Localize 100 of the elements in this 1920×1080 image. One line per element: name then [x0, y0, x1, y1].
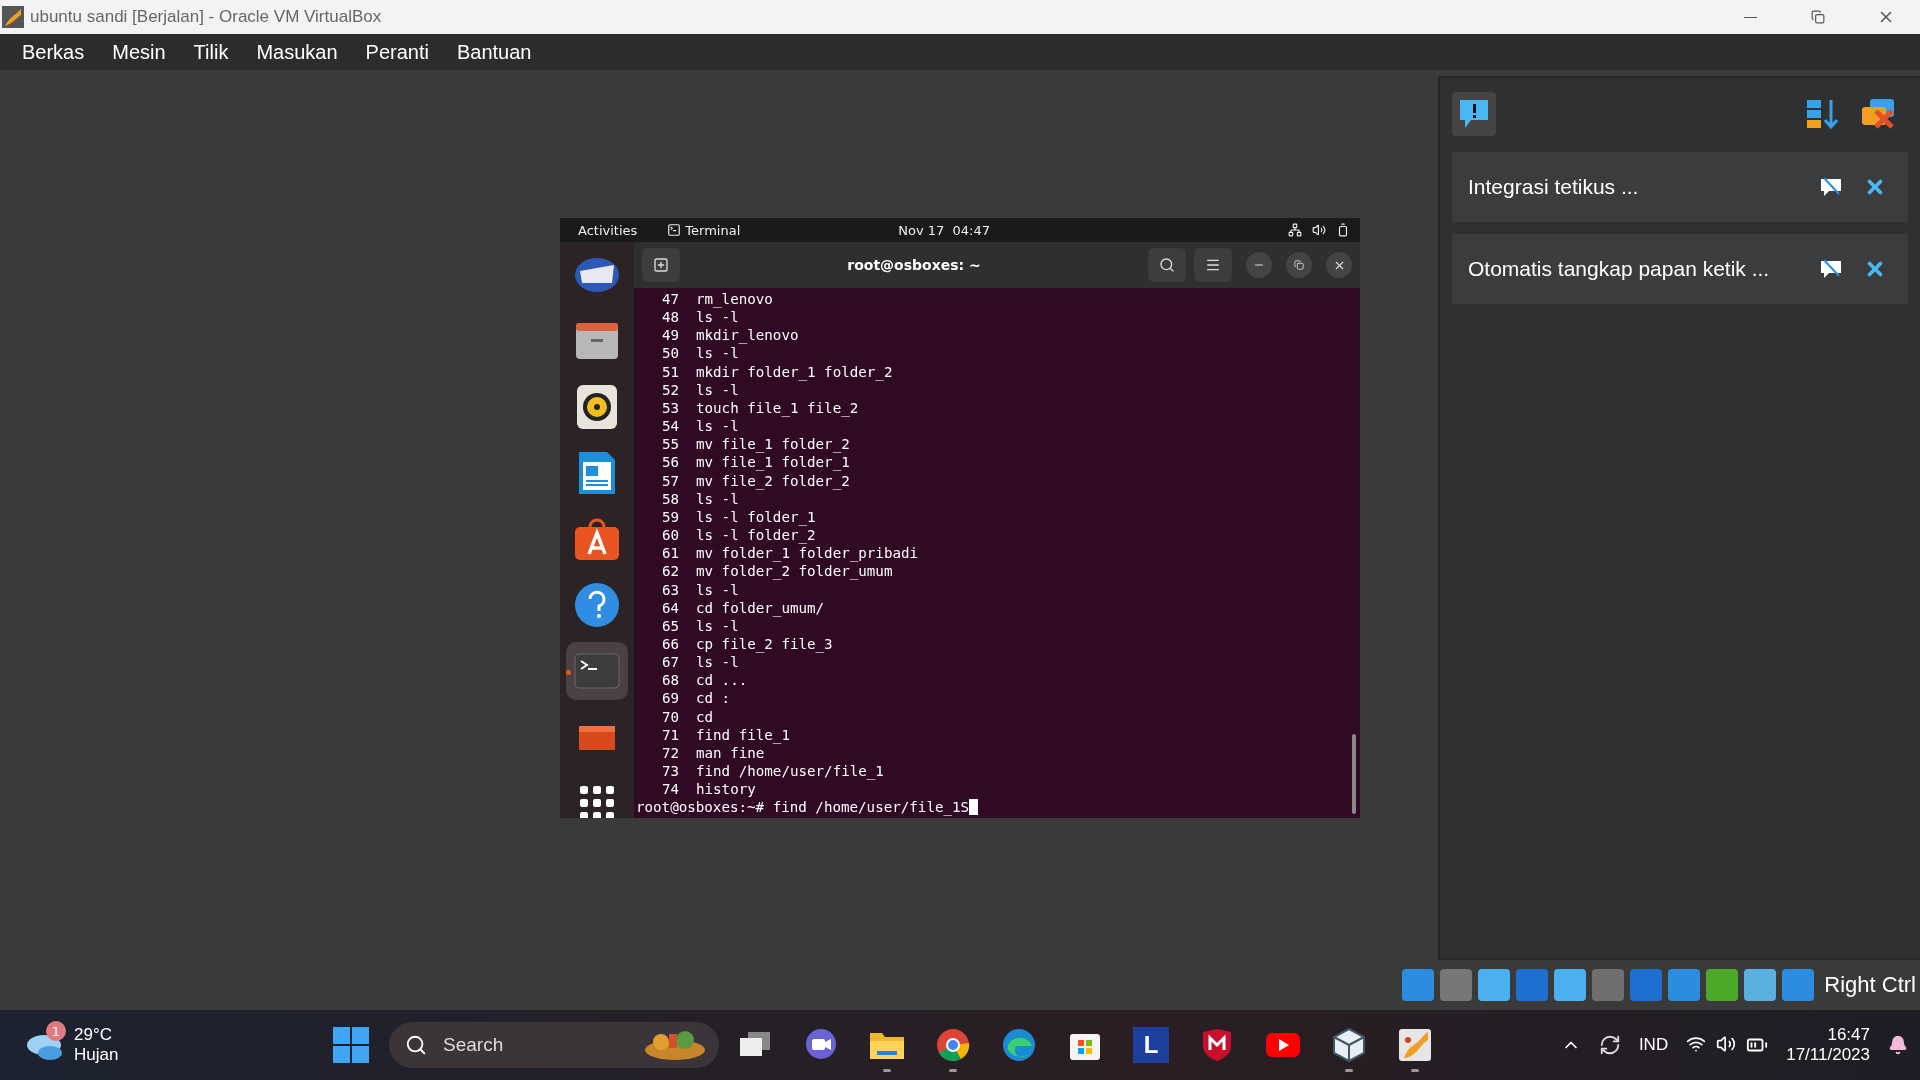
command-text: ls -l [696, 617, 739, 635]
shopping-bag-icon [574, 517, 620, 561]
shield-icon [1201, 1028, 1233, 1062]
command-text: mv file_1 folder_1 [696, 453, 850, 472]
host-key-label: Right Ctrl [1824, 972, 1916, 998]
line-number: 58 [660, 489, 679, 508]
window-title: ubuntu sandi [Berjalan] - Oracle VM VirtualBox [30, 7, 383, 27]
mute-message-icon[interactable] [1820, 259, 1842, 279]
command-text: touch file_1 file_2 [696, 398, 859, 418]
sort-icon[interactable] [1806, 98, 1840, 130]
mute-message-icon[interactable] [1820, 177, 1842, 197]
command-text: cd ... [696, 671, 748, 690]
running-indicator [566, 670, 571, 675]
command-text: cd : [696, 689, 731, 708]
menu-item[interactable]: Peranti [351, 34, 443, 70]
volume-icon[interactable] [1312, 223, 1326, 237]
line-number: 52 [660, 380, 679, 399]
command-text: ls -l [696, 490, 739, 508]
search-button[interactable] [1148, 248, 1186, 282]
command-text: ls -l [696, 417, 739, 436]
virtualbox-icon [1398, 1028, 1432, 1062]
temperature: 29°C [74, 1025, 113, 1045]
search-icon [405, 1034, 427, 1056]
folder-icon [574, 321, 620, 361]
play-icon [1265, 1032, 1301, 1058]
command-text: mv folder_2 folder_umum [696, 562, 893, 581]
line-number: 61 [660, 544, 679, 563]
restore-icon [1811, 10, 1825, 24]
clock[interactable]: 16:47 17/11/2023 [1786, 1025, 1870, 1065]
close-button[interactable] [1326, 252, 1352, 278]
sync-icon[interactable] [1598, 1034, 1621, 1056]
minimize-button[interactable] [1246, 252, 1272, 278]
battery-icon[interactable] [1336, 223, 1350, 237]
command-text: man fine [696, 744, 765, 763]
restore-icon [1294, 260, 1304, 270]
line-number: 50 [660, 344, 679, 363]
line-number: 63 [660, 580, 679, 599]
menu-item[interactable]: Mesin [98, 34, 180, 70]
line-number: 72 [660, 743, 679, 763]
menu-icon [1205, 257, 1221, 273]
line-number: 54 [660, 417, 679, 436]
search-field[interactable]: Search [389, 1022, 719, 1068]
prompt: root@osboxes:~# [636, 798, 765, 817]
running-indicator [1345, 1069, 1353, 1072]
line-number: 66 [660, 634, 679, 654]
time: 16:47 [1827, 1025, 1870, 1045]
new-tab-button[interactable] [642, 248, 680, 282]
line-number: 69 [660, 689, 679, 708]
video-chat-icon [804, 1028, 838, 1062]
start-button[interactable] [331, 1025, 371, 1065]
line-number: 47 [660, 290, 679, 309]
document-icon [577, 450, 617, 496]
line-number: 55 [660, 435, 679, 454]
command-input[interactable]: find /home/user/file_1S [772, 798, 970, 817]
cube-icon [1332, 1027, 1366, 1063]
language-indicator[interactable]: IND [1638, 1035, 1669, 1055]
menu-item[interactable]: Masukan [242, 34, 352, 70]
line-number: 67 [660, 653, 679, 672]
letter-icon: L [1133, 1027, 1169, 1063]
wifi-icon[interactable] [1686, 1034, 1707, 1054]
command-text: rm_lenovo [696, 290, 773, 309]
command-text: ls -l folder_1 [696, 507, 816, 527]
app-grid-icon[interactable] [580, 786, 614, 818]
menu-button[interactable] [1194, 248, 1232, 282]
virtualbox-icon [2, 6, 24, 28]
activities-button[interactable]: Activities [578, 222, 638, 238]
command-text: mkdir folder_1 folder_2 [696, 362, 893, 381]
menu-item[interactable]: Berkas [8, 34, 99, 70]
line-number: 59 [660, 507, 679, 527]
app-menu[interactable]: Terminal [685, 222, 741, 238]
line-number: 48 [660, 308, 679, 327]
line-number: 73 [660, 762, 679, 781]
command-text: ls -l folder_2 [696, 526, 816, 545]
browser-icon [1002, 1028, 1036, 1062]
line-number: 53 [660, 398, 679, 418]
command-text: mkdir_lenovo [696, 326, 799, 345]
notification-bell[interactable] [1888, 1035, 1908, 1055]
date: 17/11/2023 [1786, 1045, 1870, 1065]
line-number: 68 [660, 671, 679, 690]
line-number: 62 [660, 562, 679, 581]
menu-item[interactable]: Bantuan [442, 34, 546, 70]
line-number: 49 [660, 326, 679, 345]
volume-icon[interactable] [1716, 1034, 1737, 1054]
scrollbar-thumb[interactable] [1352, 734, 1356, 814]
maximize-button[interactable] [1286, 252, 1312, 278]
notification-button[interactable] [1452, 92, 1496, 136]
command-text: cd folder_umum/ [696, 598, 825, 617]
command-text: mv file_2 folder_2 [696, 471, 850, 490]
terminal-icon [667, 223, 682, 237]
terminal-icon[interactable] [574, 653, 620, 689]
taskbar-app[interactable]: L [1124, 1015, 1178, 1075]
weather-condition: Hujan [74, 1045, 119, 1065]
command-text: cd [696, 707, 714, 726]
command-text: ls -l [696, 344, 739, 363]
menu-item[interactable]: Tilik [179, 34, 243, 70]
clear-all-icon[interactable] [1860, 97, 1896, 131]
command-text: find file_1 [696, 725, 790, 744]
screenshot-icon[interactable] [577, 724, 617, 750]
search-icon [1159, 257, 1175, 273]
command-text: history [696, 780, 756, 799]
